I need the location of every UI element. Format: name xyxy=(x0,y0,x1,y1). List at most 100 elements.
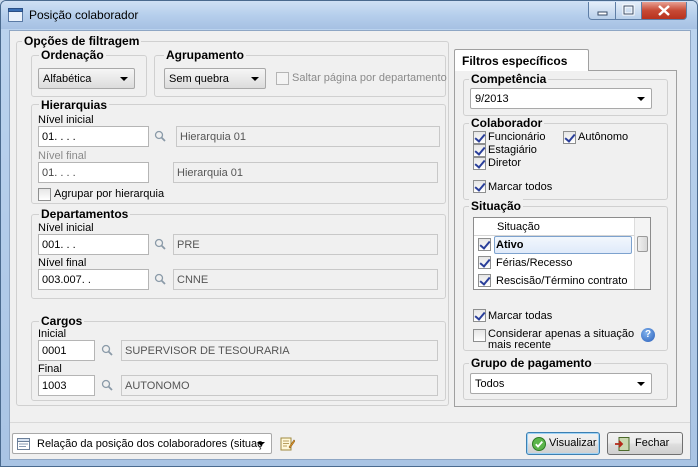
minimize-button[interactable] xyxy=(588,2,616,20)
estagiario-checkbox[interactable] xyxy=(473,144,486,157)
hierarquia-final-code-input[interactable]: 01. . . . xyxy=(38,162,149,183)
grupo-pagamento-select[interactable]: Todos xyxy=(470,373,652,394)
agrupamento-select[interactable]: Sem quebra xyxy=(164,68,266,89)
mark-all-colaborador-checkbox[interactable] xyxy=(473,180,486,193)
cargo-final-code: 1003 xyxy=(42,380,67,392)
fechar-label: Fechar xyxy=(635,437,670,449)
autonomo-checkbox[interactable] xyxy=(563,131,576,144)
title-bar[interactable]: Posição colaborador xyxy=(1,1,697,29)
mark-all-situacao-label: Marcar todas xyxy=(488,310,553,322)
visualizar-button[interactable]: Visualizar xyxy=(526,432,600,455)
funcionario-label: Funcionário xyxy=(488,131,546,143)
autonomo-label: Autônomo xyxy=(578,131,629,143)
window-title: Posição colaborador xyxy=(29,8,139,22)
situacao-rescisao-checkbox[interactable] xyxy=(478,274,491,287)
tab-specific-filters[interactable]: Filtros específicos xyxy=(454,49,589,71)
most-recent-situation-label-line2: mais recente xyxy=(488,339,551,351)
footer-divider xyxy=(10,422,690,423)
cargo-initial-code-input[interactable]: 0001 xyxy=(38,340,95,361)
departamento-final-desc: CNNE xyxy=(173,269,438,290)
grupo-pagamento-title: Grupo de pagamento xyxy=(469,356,594,370)
cargos-title: Cargos xyxy=(39,314,85,328)
departamento-initial-code: 001. . . xyxy=(42,239,76,251)
grupo-pagamento-value: Todos xyxy=(475,378,505,390)
app-icon xyxy=(8,8,23,22)
filter-options-title: Opções de filtragem xyxy=(22,34,142,48)
search-icon[interactable] xyxy=(154,273,166,285)
departamento-final-code: 003.007. . xyxy=(42,274,91,286)
table-row[interactable]: Rescisão/Término contrato xyxy=(474,272,634,289)
search-icon[interactable] xyxy=(154,238,166,250)
cargo-final-desc-text: AUTONOMO xyxy=(125,380,190,392)
competencia-select[interactable]: 9/2013 xyxy=(470,88,652,109)
check-icon xyxy=(532,437,546,451)
ordenacao-title: Ordenação xyxy=(39,48,106,62)
group-by-hierarchy-checkbox[interactable] xyxy=(38,188,51,201)
fechar-button[interactable]: Fechar xyxy=(607,432,683,455)
hierarquia-initial-code: 01. . . . xyxy=(42,131,76,143)
departamento-final-code-input[interactable]: 003.007. . xyxy=(38,269,149,290)
most-recent-situation-checkbox[interactable] xyxy=(473,329,486,342)
help-icon[interactable]: ? xyxy=(641,328,655,342)
departamento-initial-desc-text: PRE xyxy=(177,239,200,251)
situacao-grid-header: Situação xyxy=(474,218,650,236)
visualizar-label: Visualizar xyxy=(549,437,597,449)
table-row[interactable]: Férias/Recesso xyxy=(474,254,634,272)
maximize-icon xyxy=(622,4,635,16)
cargo-initial-desc-text: SUPERVISOR DE TESOURARIA xyxy=(125,345,290,357)
departamento-initial-code-input[interactable]: 001. . . xyxy=(38,234,149,255)
search-icon[interactable] xyxy=(101,379,113,391)
situacao-grid: Situação Ativo Férias/Recesso Rescisão/T… xyxy=(473,217,651,290)
cargo-initial-desc: SUPERVISOR DE TESOURARIA xyxy=(121,340,438,361)
situacao-title: Situação xyxy=(469,199,524,213)
search-icon[interactable] xyxy=(101,344,113,356)
departamento-initial-desc: PRE xyxy=(173,234,438,255)
skip-page-checkbox[interactable] xyxy=(276,72,289,85)
departamento-final-desc-text: CNNE xyxy=(177,274,209,286)
chevron-down-icon xyxy=(251,77,259,81)
hierarquia-final-desc: Hierarquia 01 xyxy=(173,162,438,183)
situacao-scrollbar[interactable] xyxy=(634,218,650,289)
ordenacao-value: Alfabética xyxy=(43,73,92,85)
maximize-button[interactable] xyxy=(615,2,642,20)
search-icon[interactable] xyxy=(154,130,166,142)
client-area: Opções de filtragem Ordenação Alfabética… xyxy=(9,30,691,460)
chevron-down-icon xyxy=(637,97,645,101)
hierarquia-final-desc-text: Hierarquia 01 xyxy=(177,167,244,179)
ordenacao-select[interactable]: Alfabética xyxy=(38,68,135,89)
diretor-checkbox[interactable] xyxy=(473,157,486,170)
situacao-rescisao-label: Rescisão/Término contrato xyxy=(496,275,628,287)
edit-report-icon[interactable] xyxy=(280,436,295,451)
cargo-final-code-input[interactable]: 1003 xyxy=(38,375,95,396)
group-by-hierarchy-label: Agrupar por hierarquia xyxy=(54,188,165,200)
tab-specific-filters-label: Filtros específicos xyxy=(462,54,568,68)
competencia-title: Competência xyxy=(469,72,549,86)
mark-all-colaborador-label: Marcar todos xyxy=(488,181,553,193)
minimize-icon xyxy=(597,11,608,16)
diretor-label: Diretor xyxy=(488,157,522,169)
situacao-ativo-label: Ativo xyxy=(496,239,524,251)
cargo-initial-code: 0001 xyxy=(42,345,67,357)
main-window: Posição colaborador Opções de filtragem … xyxy=(0,0,698,467)
situacao-column-header: Situação xyxy=(497,221,540,233)
chevron-down-icon xyxy=(120,77,128,81)
close-button[interactable] xyxy=(641,2,687,20)
chevron-down-icon xyxy=(637,382,645,386)
hierarquia-final-code: 01. . . . xyxy=(42,167,76,179)
colaborador-title: Colaborador xyxy=(469,116,545,130)
hierarquia-initial-code-input[interactable]: 01. . . . xyxy=(38,126,149,147)
estagiario-label: Estagiário xyxy=(488,144,537,156)
report-select[interactable]: Relação da posição dos colaboradores (si… xyxy=(12,433,272,454)
table-row[interactable]: Ativo xyxy=(474,236,634,254)
situacao-ferias-checkbox[interactable] xyxy=(478,256,491,269)
funcionario-checkbox[interactable] xyxy=(473,131,486,144)
scrollbar-thumb[interactable] xyxy=(637,236,648,252)
skip-page-label: Saltar página por departamento xyxy=(292,72,447,84)
situacao-ativo-checkbox[interactable] xyxy=(478,238,491,251)
cargo-final-desc: AUTONOMO xyxy=(121,375,438,396)
agrupamento-title: Agrupamento xyxy=(164,48,246,62)
hierarquias-title: Hierarquias xyxy=(39,98,110,112)
agrupamento-value: Sem quebra xyxy=(169,73,229,85)
chevron-down-icon xyxy=(257,442,265,446)
mark-all-situacao-checkbox[interactable] xyxy=(473,309,486,322)
